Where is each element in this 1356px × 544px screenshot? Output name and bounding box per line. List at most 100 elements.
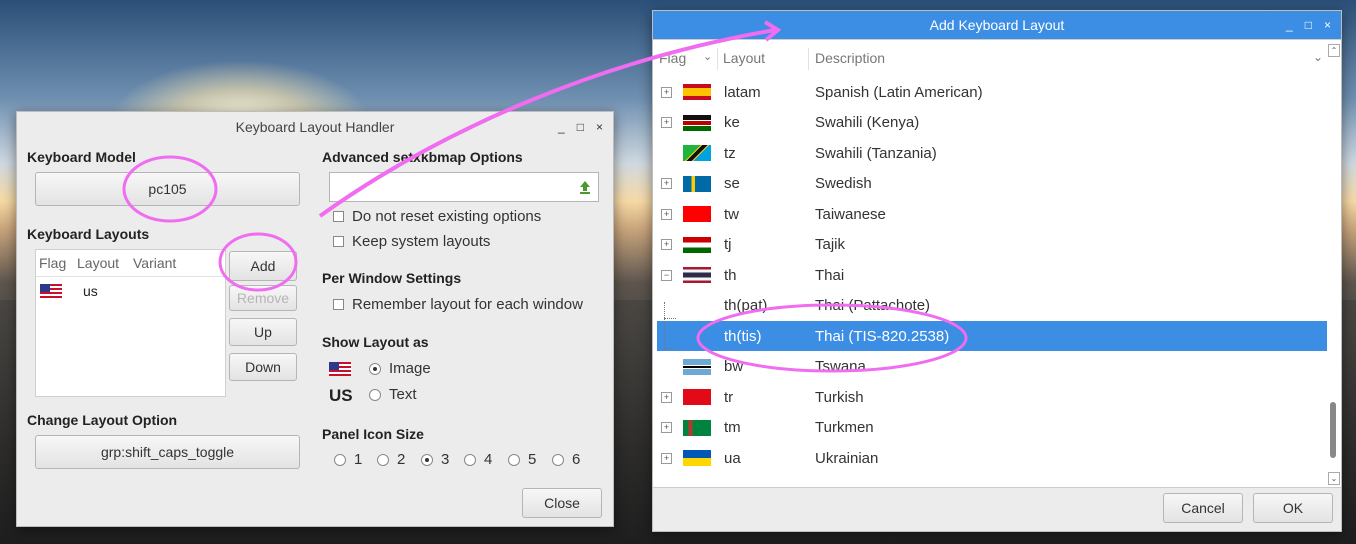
list-item[interactable]: + tw Taiwanese xyxy=(657,199,1327,229)
image-radio-dot[interactable] xyxy=(369,362,381,375)
layout-description: Tajik xyxy=(815,236,846,253)
list-item[interactable]: th(pat) Thai (Pattachote) xyxy=(657,291,1327,321)
flag-ke-icon xyxy=(683,114,711,131)
layout-description: Taiwanese xyxy=(815,205,886,223)
no-reset-checkbox[interactable]: Do not reset existing options xyxy=(333,208,541,225)
flag-th-icon xyxy=(683,267,711,283)
minimize-icon[interactable]: _ xyxy=(558,120,565,134)
header-layout[interactable]: Layout xyxy=(723,50,765,66)
maximize-icon[interactable]: □ xyxy=(1305,18,1312,32)
expand-toggle-icon[interactable]: + xyxy=(661,208,672,220)
list-item[interactable]: + ua Ukrainian xyxy=(657,443,1327,473)
vertical-scrollbar[interactable]: ⌃ ⌄ xyxy=(1328,44,1340,487)
list-item[interactable]: + tj Tajik xyxy=(657,230,1327,260)
list-item[interactable]: + ke Swahili (Kenya) xyxy=(657,108,1327,138)
keep-system-checkbox-box[interactable] xyxy=(333,236,344,247)
keep-system-label: Keep system layouts xyxy=(352,233,491,250)
text-radio-dot[interactable] xyxy=(369,388,381,401)
change-layout-option-label: Change Layout Option xyxy=(27,412,178,428)
flag-se-icon xyxy=(683,175,711,192)
down-button[interactable]: Down xyxy=(229,353,297,381)
layout-code: tw xyxy=(724,205,739,223)
flag-tm-icon xyxy=(683,419,711,436)
close-button[interactable]: Close xyxy=(522,488,602,518)
add-dialog-titlebar[interactable]: Add Keyboard Layout _ □ × xyxy=(653,11,1341,39)
remember-layout-checkbox[interactable]: Remember layout for each window xyxy=(333,296,583,313)
panel-icon-size-label: Panel Icon Size xyxy=(322,426,424,442)
icon-size-radio-3[interactable]: 3 xyxy=(421,451,449,468)
list-item[interactable]: tz Swahili (Tanzania) xyxy=(657,138,1327,168)
maximize-icon[interactable]: □ xyxy=(577,120,584,134)
expand-toggle-icon[interactable]: + xyxy=(661,239,672,250)
flag-tr-icon xyxy=(683,389,711,405)
icon-size-radio-1[interactable]: 1 xyxy=(334,451,362,468)
header-flag[interactable]: Flag xyxy=(39,255,66,271)
keep-system-checkbox[interactable]: Keep system layouts xyxy=(333,233,490,250)
radio-dot[interactable] xyxy=(464,453,476,466)
layout-description: Swedish xyxy=(815,175,872,192)
list-item[interactable]: + tr Turkish xyxy=(657,382,1327,412)
up-button[interactable]: Up xyxy=(229,318,297,346)
scroll-down-arrow-icon[interactable]: ⌄ xyxy=(1328,472,1340,485)
radio-dot[interactable] xyxy=(508,453,520,466)
change-layout-option-button[interactable]: grp:shift_caps_toggle xyxy=(35,435,300,469)
layout-code: bw xyxy=(724,358,744,375)
show-as-text-radio[interactable]: Text xyxy=(369,386,417,403)
radio-dot[interactable] xyxy=(421,453,433,466)
layout-list[interactable]: Flag ⌄ Layout Description ⌄ + latam Spanis… xyxy=(653,39,1341,488)
header-layout[interactable]: Layout xyxy=(77,255,119,271)
show-as-image-radio[interactable]: Image xyxy=(369,360,431,377)
layout-description: Tswana xyxy=(815,358,866,375)
remember-layout-checkbox-box[interactable] xyxy=(333,299,344,310)
layout-code: latam xyxy=(724,83,761,101)
icon-size-radio-5[interactable]: 5 xyxy=(508,451,536,468)
keyboard-model-button[interactable]: pc105 xyxy=(35,172,300,206)
header-dropdown-icon[interactable]: ⌄ xyxy=(1313,50,1323,64)
ok-button[interactable]: OK xyxy=(1253,493,1333,523)
remove-button[interactable]: Remove xyxy=(229,285,297,311)
icon-size-radio-6[interactable]: 6 xyxy=(552,451,580,468)
handler-titlebar[interactable]: Keyboard Layout Handler _ □ × xyxy=(17,112,613,142)
scroll-up-arrow-icon[interactable]: ⌃ xyxy=(1328,44,1340,57)
list-item[interactable]: bw Tswana xyxy=(657,352,1327,382)
icon-size-radio-2[interactable]: 2 xyxy=(377,451,405,468)
us-flag-icon xyxy=(40,284,62,298)
expand-toggle-icon[interactable]: + xyxy=(661,422,672,433)
cancel-button[interactable]: Cancel xyxy=(1163,493,1243,523)
expand-toggle-icon[interactable]: + xyxy=(661,178,672,189)
expand-toggle-icon[interactable]: + xyxy=(661,117,672,128)
expand-toggle-icon[interactable]: + xyxy=(661,452,672,464)
radio-dot[interactable] xyxy=(334,453,346,466)
header-variant[interactable]: Variant xyxy=(133,255,176,271)
layout-code: tj xyxy=(724,236,732,253)
expand-toggle-icon[interactable]: − xyxy=(661,269,672,281)
scrollbar-thumb[interactable] xyxy=(1330,402,1336,458)
close-icon[interactable]: × xyxy=(596,120,603,134)
layouts-table[interactable]: Flag Layout Variant us xyxy=(35,249,226,397)
flag-tz-icon xyxy=(683,145,711,161)
advanced-options-input[interactable] xyxy=(329,172,599,202)
list-item[interactable]: + tm Turkmen xyxy=(657,413,1327,443)
table-row[interactable]: us xyxy=(36,282,225,304)
list-item[interactable]: − th Thai xyxy=(657,260,1327,290)
layout-description: Spanish (Latin American) xyxy=(815,83,983,101)
minimize-icon[interactable]: _ xyxy=(1286,18,1293,32)
icon-size-radio-4[interactable]: 4 xyxy=(464,451,492,468)
header-flag[interactable]: Flag xyxy=(659,50,686,66)
close-icon[interactable]: × xyxy=(1324,18,1331,32)
radio-dot[interactable] xyxy=(377,453,389,466)
no-reset-checkbox-box[interactable] xyxy=(333,211,344,222)
remember-layout-label: Remember layout for each window xyxy=(352,296,583,313)
expand-toggle-icon[interactable]: + xyxy=(661,391,672,403)
flag-tj-icon xyxy=(683,236,711,253)
header-description[interactable]: Description xyxy=(815,50,885,66)
clear-text-icon[interactable] xyxy=(578,180,592,194)
add-button[interactable]: Add xyxy=(229,251,297,281)
list-item[interactable]: + se Swedish xyxy=(657,169,1327,199)
radio-dot[interactable] xyxy=(552,453,564,466)
us-flag-preview-icon xyxy=(329,362,351,376)
list-item[interactable]: th(tis) Thai (TIS-820.2538) xyxy=(657,321,1327,351)
expand-toggle-icon[interactable]: + xyxy=(661,86,672,98)
list-item[interactable]: + latam Spanish (Latin American) xyxy=(657,77,1327,107)
header-divider-2 xyxy=(808,48,809,70)
